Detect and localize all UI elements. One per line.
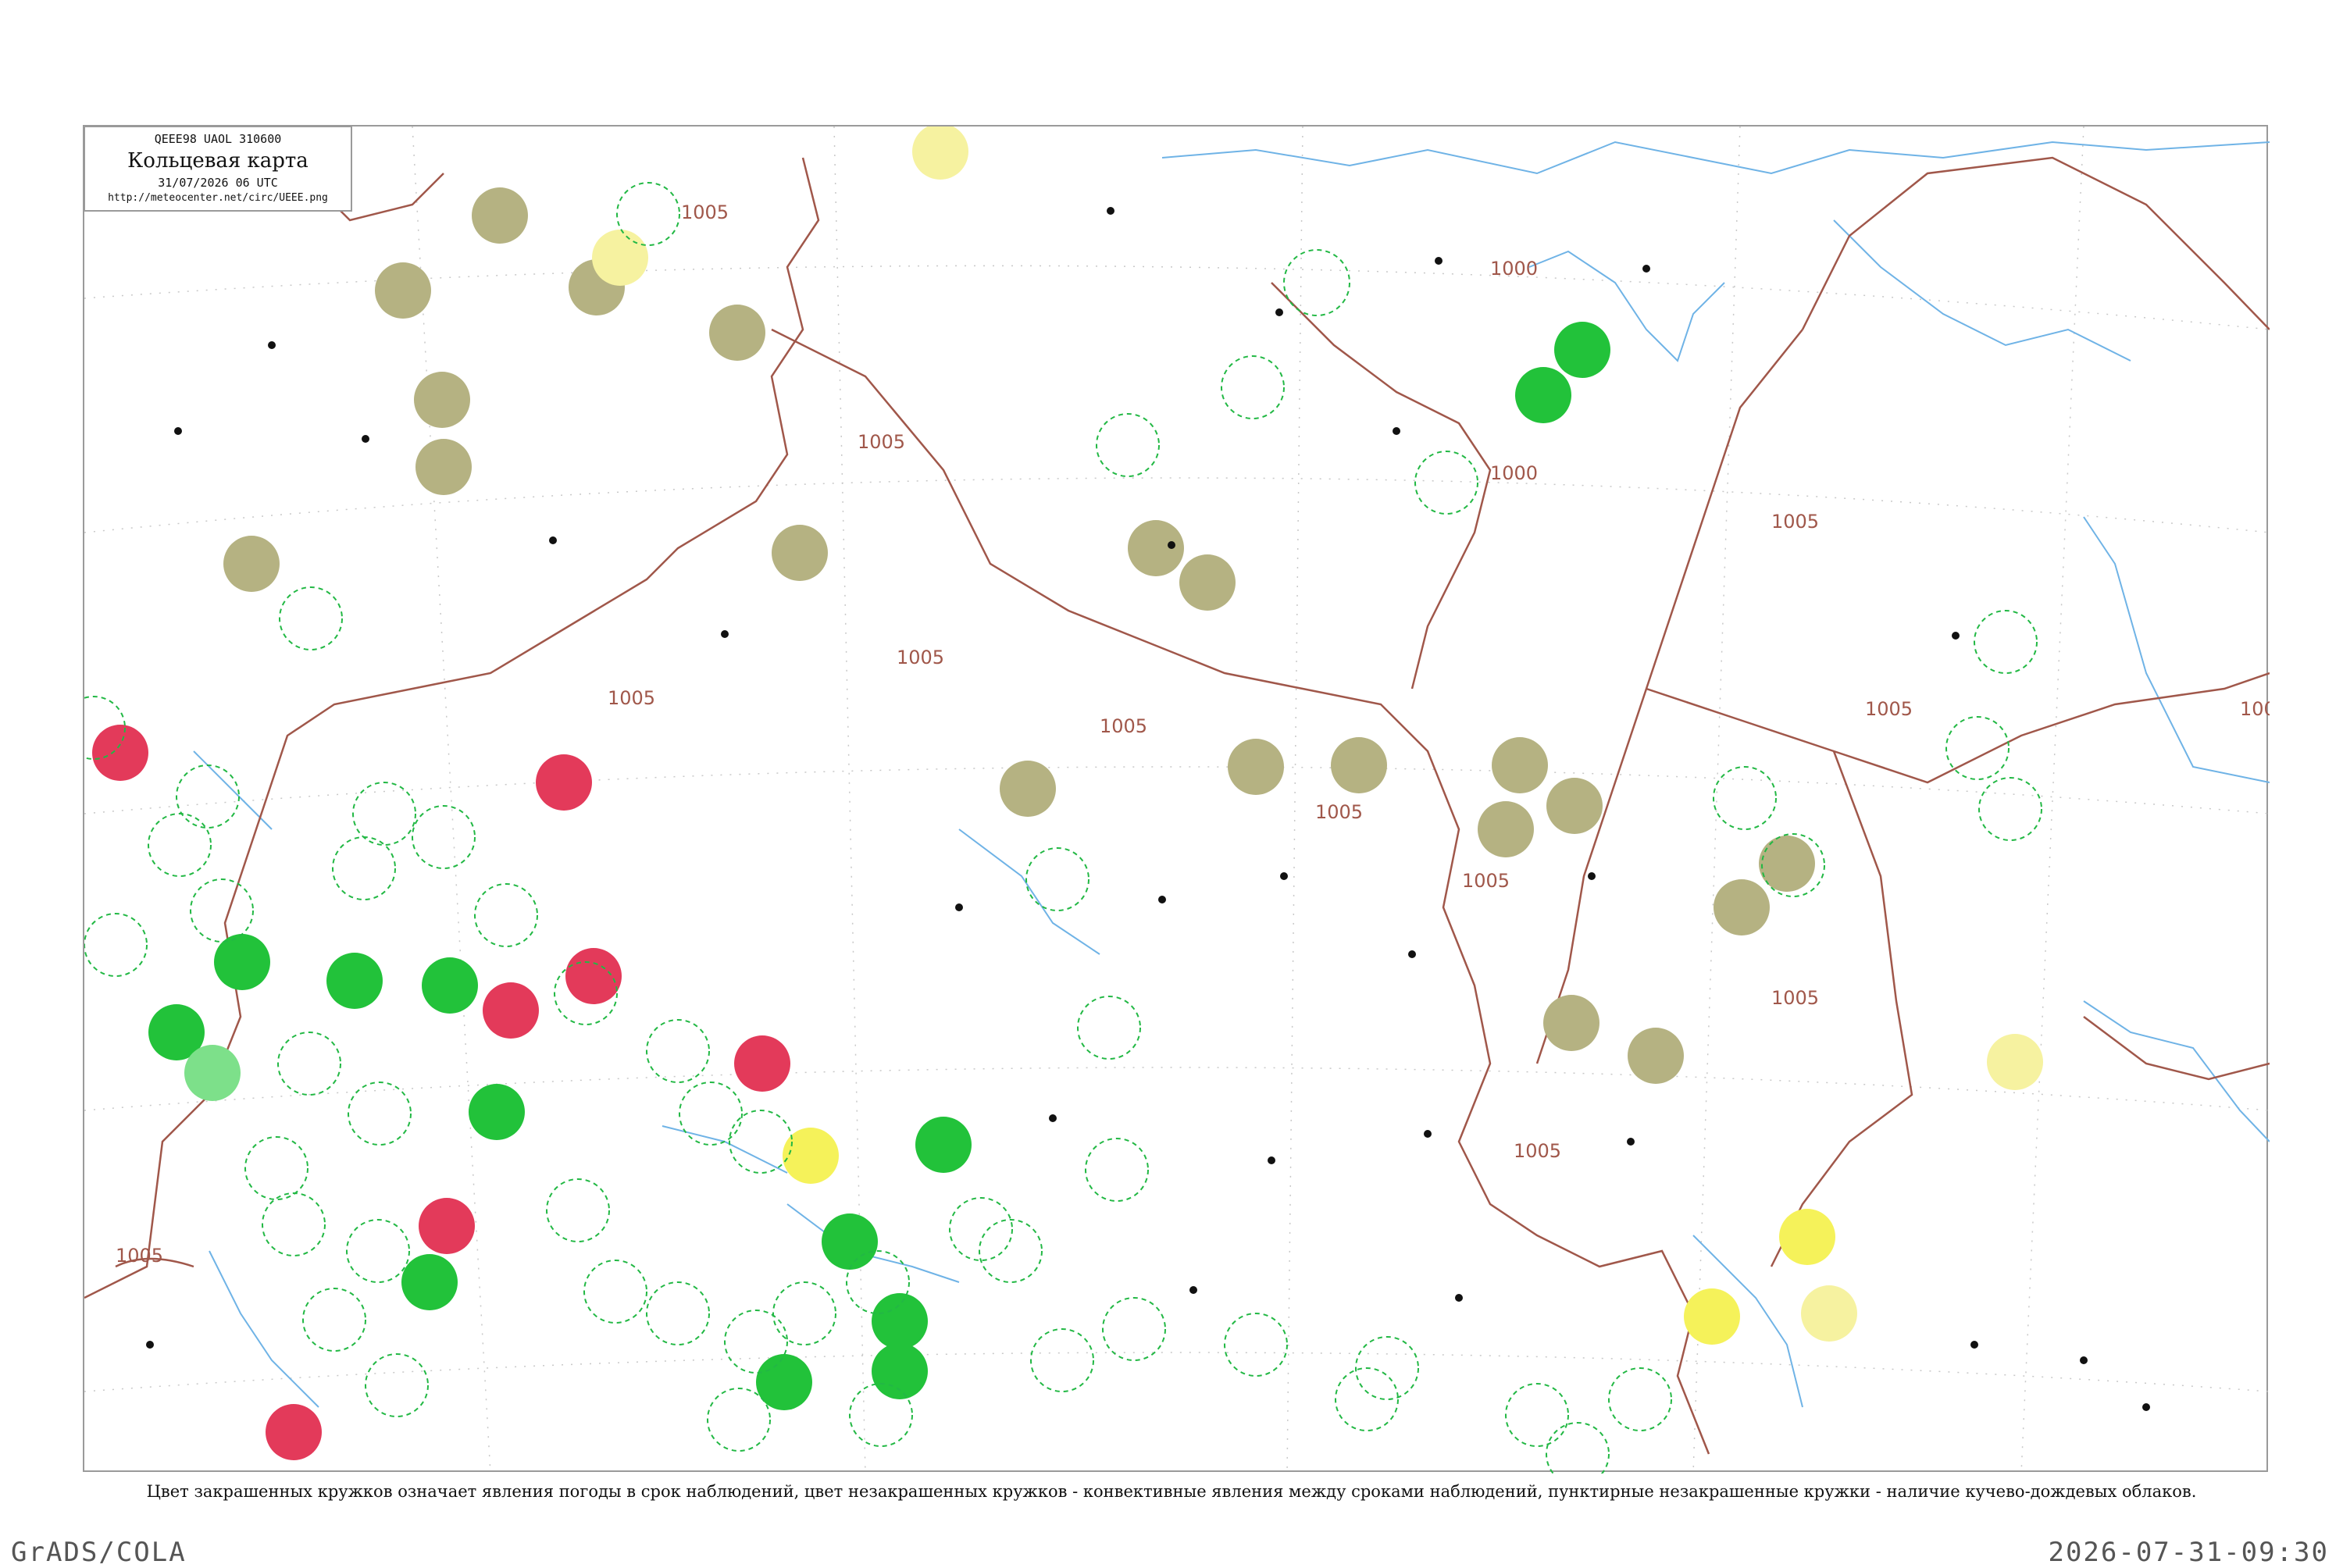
station-circle-haze	[1228, 739, 1284, 795]
station-circle-rain	[872, 1293, 928, 1349]
station-circle-haze	[415, 439, 472, 495]
station-circle-rain	[401, 1254, 458, 1310]
isobar-label: 1005	[116, 1245, 163, 1267]
station-circle-rain	[326, 953, 383, 1009]
station-circle-fog	[1779, 1209, 1835, 1265]
station-circle-thunder	[565, 948, 622, 1004]
isobar-label: 1005	[608, 687, 655, 709]
isobar-label: 1005	[858, 431, 905, 453]
isobar-label: 1005	[897, 647, 944, 668]
cumulonimbus-dashed-circles	[84, 182, 2042, 1474]
station-circle-thunder	[536, 754, 592, 811]
isobar-label: 1005	[1315, 801, 1363, 823]
station-circle-rain	[214, 934, 270, 990]
map-caption: Цвет закрашенных кружков означает явлени…	[146, 1482, 2197, 1501]
map-source-url: http://meteocenter.net/circ/UEEE.png	[108, 192, 328, 204]
station-circle-rain	[822, 1213, 878, 1270]
station-circle-thunder	[419, 1198, 475, 1254]
station-circle-fog	[1801, 1285, 1857, 1342]
station-circle-rain	[469, 1084, 525, 1140]
station-circle-thunder	[266, 1404, 322, 1460]
station-circle-haze	[1492, 737, 1548, 793]
station-circle-haze	[1543, 995, 1599, 1051]
station-circle-rain	[915, 1117, 972, 1173]
footer-software-label: GrADS/COLA	[11, 1537, 187, 1568]
station-circle-thunder	[734, 1035, 790, 1092]
station-circle-haze	[375, 262, 431, 319]
map-date: 31/07/2026 06 UTC	[158, 176, 278, 190]
station-circle-drizzle	[184, 1045, 241, 1101]
map-header-box: QEEE98 UAOL 310600 Кольцевая карта 31/07…	[84, 126, 352, 212]
isobar-label: 1005	[1462, 870, 1510, 892]
station-circle-rain	[1554, 322, 1610, 378]
station-circle-rain	[422, 957, 478, 1014]
station-circle-haze	[1128, 520, 1184, 576]
station-circle-haze	[223, 536, 280, 592]
station-circles	[92, 127, 2043, 1460]
footer-timestamp: 2026-07-31-09:30	[2048, 1537, 2329, 1568]
station-circle-haze	[772, 525, 828, 581]
station-circle-haze	[1179, 554, 1236, 611]
station-circle-rain	[1515, 367, 1571, 423]
isobar-label: 1005	[1100, 715, 1147, 737]
map-title: Кольцевая карта	[127, 149, 308, 173]
isobar-label: 1000	[1490, 258, 1538, 280]
synoptic-map-svg: 1005 1005 1005 1005 1005 1005 1005 1005 …	[84, 127, 2270, 1474]
station-circle-fog	[912, 127, 968, 180]
station-circle-thunder	[483, 982, 539, 1039]
station-circle-fog	[1987, 1034, 2043, 1090]
station-circle-haze	[414, 372, 470, 428]
station-circle-fog	[592, 230, 648, 286]
station-circle-fog	[1684, 1288, 1740, 1345]
isobar-label: 1005	[1771, 987, 1819, 1009]
isobar-label-group: 1005 1005 1005 1005 1005 1005 1005 1005 …	[116, 201, 2270, 1267]
station-circle-haze	[1714, 879, 1770, 935]
station-circle-haze	[1331, 737, 1387, 793]
isobar-label: 1005	[681, 201, 729, 223]
station-circle-thunder	[92, 725, 148, 781]
station-circle-haze	[1478, 801, 1534, 857]
isobar-label: 1005	[2240, 698, 2270, 720]
station-circle-haze	[1628, 1028, 1684, 1084]
station-circle-haze	[1000, 761, 1056, 817]
isobar-label: 1000	[1490, 462, 1538, 484]
station-circle-haze	[472, 187, 528, 244]
isobar-label: 1005	[1865, 698, 1913, 720]
station-circle-rain	[756, 1354, 812, 1410]
isobar-label: 1005	[1771, 511, 1819, 533]
isobar-label: 1005	[1514, 1140, 1561, 1162]
station-circle-haze	[709, 305, 765, 361]
bulletin-code: QEEE98 UAOL 310600	[154, 132, 282, 146]
synoptic-map-frame: 1005 1005 1005 1005 1005 1005 1005 1005 …	[83, 125, 2270, 1474]
station-circle-haze	[1546, 778, 1603, 834]
